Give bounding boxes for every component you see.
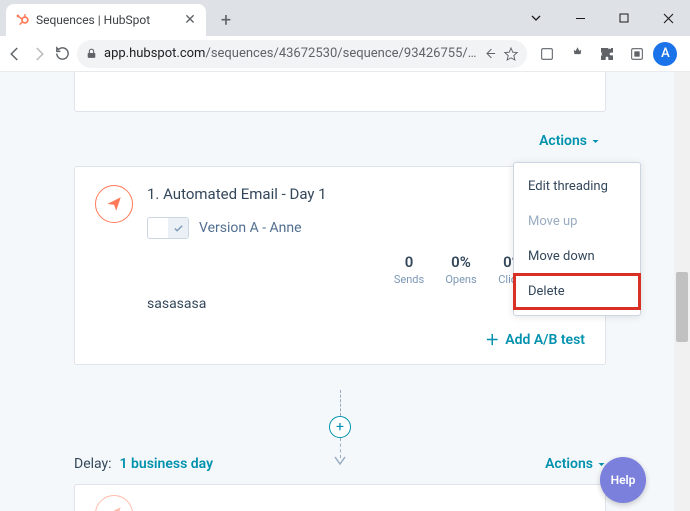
caret-down-icon — [591, 137, 600, 146]
delay-row: Delay: 1 business day Actions — [74, 456, 606, 472]
paper-plane-icon — [95, 495, 133, 511]
window-controls — [514, 0, 690, 36]
dropdown-item-edit-threading[interactable]: Edit threading — [514, 169, 640, 204]
browser-tab[interactable]: Sequences | HubSpot ✕ — [6, 4, 206, 36]
new-tab-button[interactable]: + — [212, 6, 240, 34]
nav-forward-button[interactable] — [30, 40, 48, 68]
connector-line-icon — [340, 438, 341, 458]
delay-label: Delay: — [74, 456, 112, 472]
dropdown-item-move-down[interactable]: Move down — [514, 239, 640, 274]
paper-plane-icon — [95, 185, 133, 223]
page-viewport: Actions 1. Automated Email - Day 1 — [0, 72, 690, 511]
add-ab-test-button[interactable]: ＋ Add A/B test — [147, 330, 585, 350]
add-step-button[interactable]: + — [329, 416, 351, 438]
stat-opens: 0%Opens — [441, 253, 481, 286]
scrollbar-thumb[interactable] — [676, 272, 688, 342]
toggle-right-check-icon — [168, 218, 188, 238]
tab-close-icon[interactable]: ✕ — [182, 12, 198, 28]
share-icon[interactable] — [482, 46, 497, 61]
page-scrollbar[interactable] — [674, 72, 690, 511]
actions-dropdown-trigger[interactable]: Actions — [539, 133, 600, 149]
tab-search-icon[interactable] — [514, 0, 558, 36]
actions-top-row: Actions — [74, 130, 606, 149]
browser-address-bar: app.hubspot.com/sequences/43672530/seque… — [0, 36, 690, 72]
previous-card-bottom — [74, 72, 606, 112]
actions-dropdown-menu: Edit threading Move up Move down Delete — [513, 162, 641, 316]
hubspot-favicon-icon — [14, 12, 30, 28]
dropdown-item-move-up[interactable]: Move up — [514, 204, 640, 239]
step-connector: + — [330, 390, 350, 466]
url-text: app.hubspot.com/sequences/43672530/seque… — [104, 46, 476, 61]
version-toggle[interactable] — [147, 217, 189, 239]
star-icon[interactable] — [503, 46, 519, 62]
tab-title: Sequences | HubSpot — [36, 13, 176, 27]
dropdown-item-delete[interactable]: Delete — [514, 274, 640, 309]
actions-dropdown-trigger-2[interactable]: Actions — [545, 456, 606, 472]
window-minimize-button[interactable] — [558, 0, 602, 36]
plus-icon: ＋ — [485, 330, 499, 350]
stat-sends: 0Sends — [389, 253, 429, 286]
delay-value[interactable]: 1 business day — [120, 456, 213, 472]
version-label: Version A - Anne — [199, 220, 302, 236]
extensions-puzzle-icon[interactable] — [593, 40, 621, 68]
help-fab-button[interactable]: Help — [600, 457, 646, 503]
extension-icon-2[interactable] — [563, 40, 591, 68]
extension-area: A ⋮ — [533, 40, 690, 68]
kebab-menu-icon[interactable]: ⋮ — [679, 40, 690, 68]
browser-titlebar: Sequences | HubSpot ✕ + — [0, 0, 690, 36]
actions-label: Actions — [539, 133, 587, 149]
extension-icon-1[interactable] — [533, 40, 561, 68]
nav-reload-button[interactable] — [54, 40, 71, 68]
lock-icon — [85, 47, 98, 60]
extension-icon-3[interactable] — [623, 40, 651, 68]
next-step-card — [74, 484, 606, 511]
nav-back-button[interactable] — [6, 40, 24, 68]
omnibox[interactable]: app.hubspot.com/sequences/43672530/seque… — [77, 40, 527, 68]
window-close-button[interactable] — [646, 0, 690, 36]
profile-avatar[interactable]: A — [653, 42, 677, 66]
connector-line-icon — [340, 390, 341, 416]
toggle-left — [148, 218, 168, 238]
window-maximize-button[interactable] — [602, 0, 646, 36]
